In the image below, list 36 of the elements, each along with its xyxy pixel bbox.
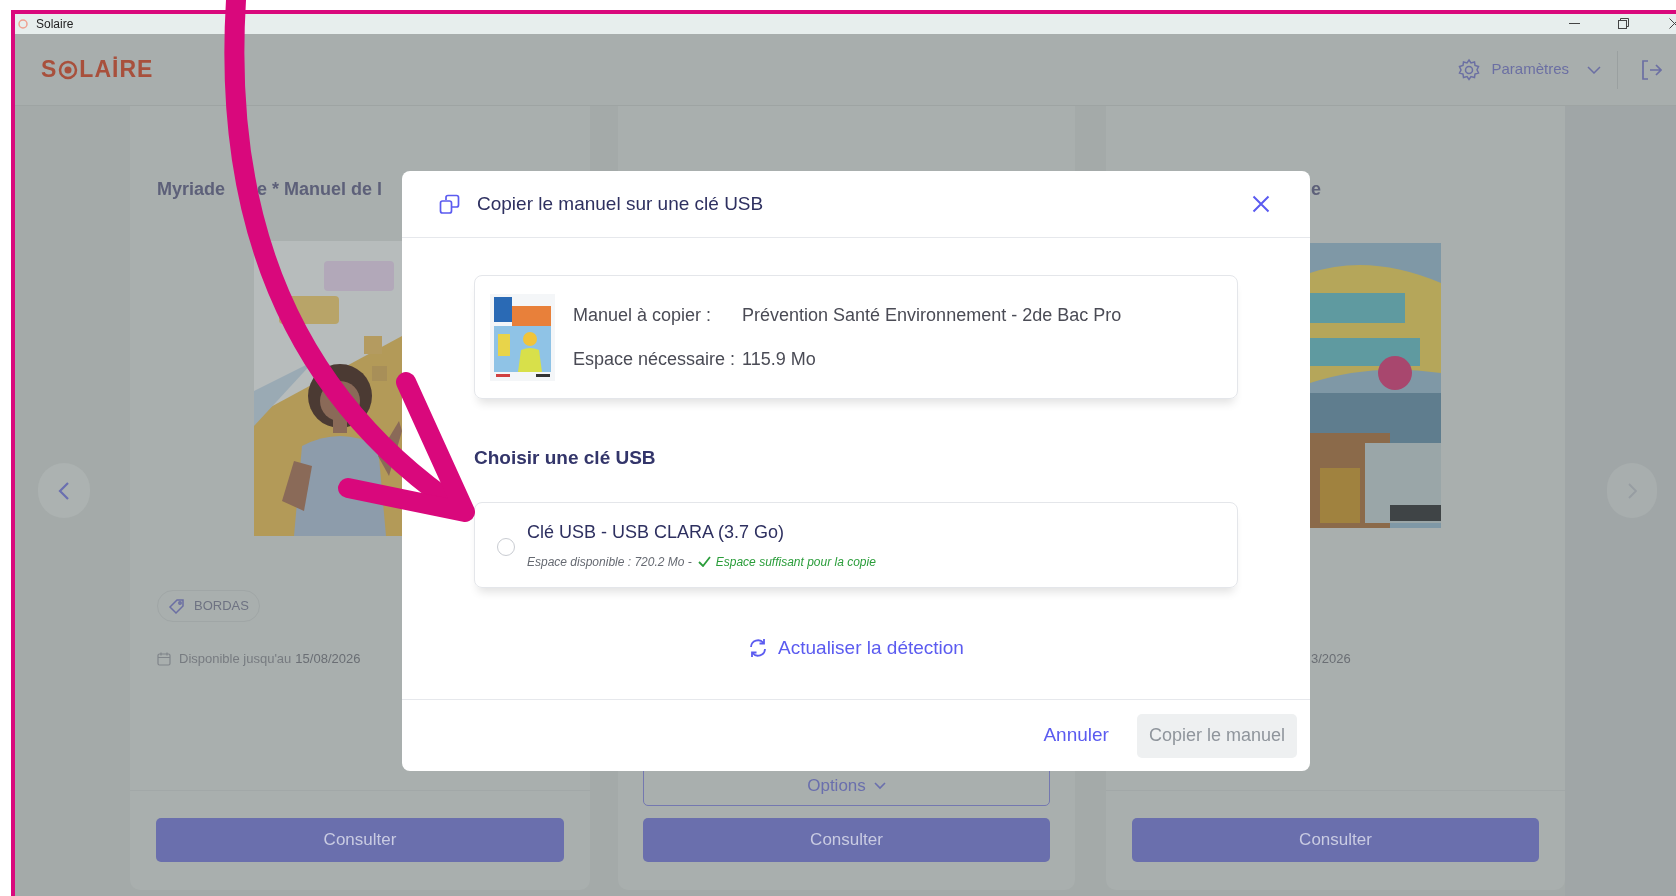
chevron-down-icon [1587,65,1601,74]
consult-button[interactable]: Consulter [1132,818,1539,862]
consult-button[interactable]: Consulter [156,818,564,862]
book-title: Myriade [157,177,226,201]
available-space: Espace disponible : 720.2 Mo - [527,553,692,571]
chevron-down-icon [873,781,886,790]
copy-icon [439,193,460,215]
field-label: Espace nécessaire : [573,347,737,371]
restore-icon[interactable] [1618,18,1629,29]
field-value: 115.9 Mo [742,347,816,371]
availability-date: 3/2026 [1311,650,1351,669]
book-title: e [1311,177,1321,201]
window-title: Solaire [36,15,74,33]
cancel-button[interactable]: Annuler [1043,721,1109,750]
book-title: e * Manuel de l [257,177,383,201]
minimize-icon[interactable] [1569,22,1580,25]
field-value: Prévention Santé Environnement - 2de Bac Pro [742,303,1122,327]
consult-button[interactable]: Consulter [643,818,1050,862]
space-status: Espace suffisant pour la copie [715,553,876,571]
app-logo: S LAİRE [41,55,154,85]
availability-date: 15/08/2026 [295,650,361,669]
close-icon[interactable] [1252,195,1270,213]
close-icon[interactable] [1669,18,1676,29]
usb-drive-option[interactable]: Clé USB - USB CLARA (3.7 Go) Espace disponible : 720.2 Mo - Espace suffisant pour la copie [474,501,1238,588]
settings-menu[interactable]: Paramètres [1457,57,1601,82]
refresh-link[interactable]: Actualiser la détection [748,633,964,662]
app-icon [18,18,28,29]
refresh-icon [748,637,769,658]
field-label: Manuel à copier : [573,303,713,327]
section-title: Choisir une clé USB [474,446,657,470]
gear-icon [1457,57,1482,82]
tag-icon [168,597,186,615]
drive-name: Clé USB - USB CLARA (3.7 Go) [527,520,786,544]
chevron-left-icon [58,480,70,501]
calendar-icon [157,652,171,666]
dialog-title: Copier le manuel sur une clé USB [477,191,764,216]
